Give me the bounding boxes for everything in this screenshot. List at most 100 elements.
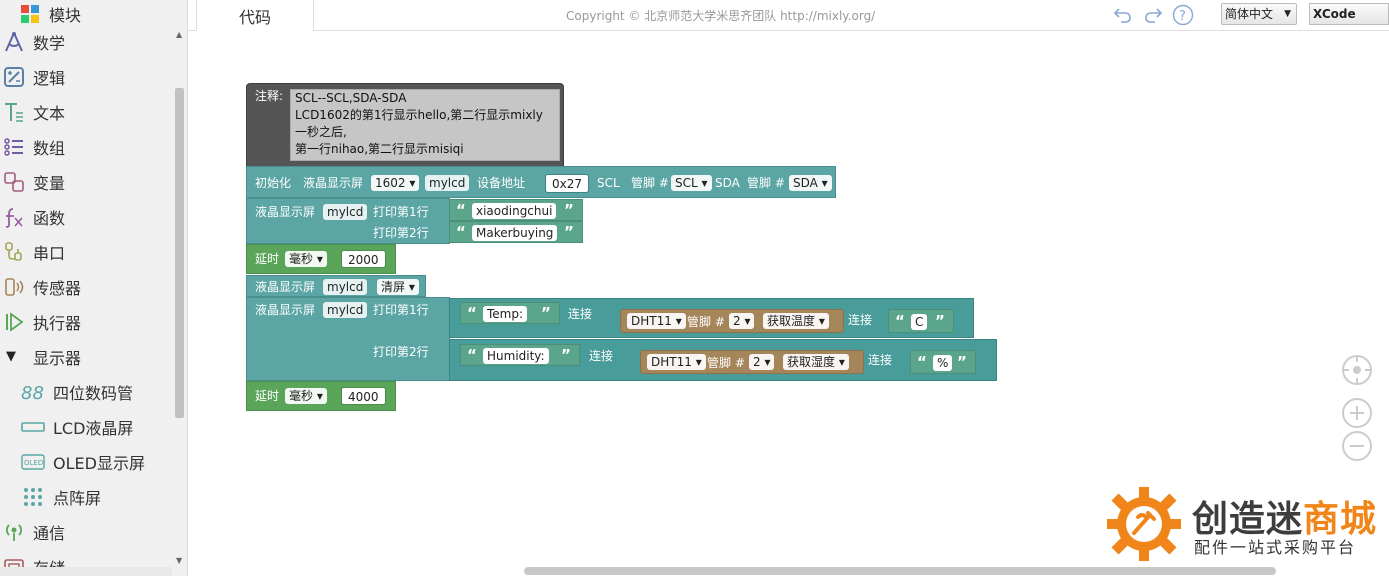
read-type-dropdown[interactable]: 获取湿度 ▾ — [783, 354, 849, 370]
sidebar-item-lcd[interactable]: LCD液晶屏 — [0, 409, 172, 444]
sidebar-horizontal-scrollbar[interactable] — [0, 567, 172, 576]
sidebar-item-seven-segment[interactable]: 88 四位数码管 — [0, 374, 172, 409]
sidebar-scroll-thumb[interactable] — [175, 88, 184, 418]
sidebar-item-math[interactable]: 数学 — [0, 24, 172, 59]
sidebar-item-label: 串口 — [33, 243, 66, 263]
lcd-name-field[interactable]: mylcd — [323, 302, 368, 318]
communication-icon — [2, 520, 26, 544]
delay-value-input[interactable]: 2000 — [341, 250, 386, 268]
comment-label: 注释: — [255, 89, 284, 103]
dht11-read-block[interactable]: DHT11 ▾ 管脚 # 2 ▾ 获取温度 ▾ — [620, 309, 844, 333]
text-string-block[interactable]: “ Humidity: ” — [460, 344, 580, 366]
lcd-print-block[interactable]: 液晶显示屏 mylcd 打印第1行 打印第2行 — [246, 198, 450, 244]
comment-text[interactable]: SCL--SCL,SDA-SDA LCD1602的第1行显示hello,第二行显… — [290, 89, 560, 161]
text-value-field[interactable]: Makerbuying — [472, 225, 558, 241]
svg-text:OLED: OLED — [24, 459, 43, 467]
sidebar-item-variable[interactable]: 变量 — [0, 164, 172, 199]
text-value-field[interactable]: % — [933, 355, 953, 371]
scl-pin-dropdown[interactable]: SCL ▾ — [671, 175, 712, 191]
scl-pin-label: 管脚 # — [631, 176, 669, 190]
text-string-block[interactable]: “ % ” — [910, 350, 976, 374]
open-quote-icon: “ — [456, 201, 466, 219]
text-string-block[interactable]: “ C ” — [888, 309, 954, 333]
text-string-block[interactable]: “ Makerbuying ” — [449, 221, 583, 243]
sidebar-item-label: 执行器 — [33, 313, 82, 333]
delay-block[interactable]: 延时 毫秒 ▾ 4000 — [246, 381, 396, 411]
sidebar-item-dot-matrix[interactable]: 点阵屏 — [0, 479, 172, 514]
sidebar-item-label: 传感器 — [33, 278, 82, 298]
sidebar-scrollbar[interactable]: ▲ ▼ — [173, 28, 187, 568]
scl-pin-value: SCL — [675, 176, 698, 190]
delay-block[interactable]: 延时 毫秒 ▾ 2000 — [246, 244, 396, 274]
delay-unit-dropdown[interactable]: 毫秒 ▾ — [285, 388, 327, 404]
sensor-type-dropdown[interactable]: DHT11 ▾ — [647, 354, 706, 370]
sidebar-item-display[interactable]: ▼ 显示器 — [0, 339, 172, 374]
sidebar-item-serial[interactable]: 串口 — [0, 234, 172, 269]
language-select[interactable]: 简体中文 ▼ — [1221, 3, 1297, 25]
svg-text:?: ? — [1179, 9, 1186, 24]
undo-icon[interactable] — [1112, 4, 1134, 26]
scroll-up-arrow-icon[interactable]: ▲ — [176, 30, 182, 39]
lcd-init-block[interactable]: 初始化 液晶显示屏 1602 ▾ mylcd 设备地址 0x27 SCL 管脚 … — [246, 166, 836, 198]
serial-port-icon — [2, 240, 26, 264]
pin-dropdown[interactable]: 2 ▾ — [749, 354, 775, 370]
sidebar-item-function[interactable]: 函数 — [0, 199, 172, 234]
seven-segment-icon: 88 — [20, 380, 46, 404]
delay-value-input[interactable]: 4000 — [341, 387, 386, 405]
text-value-field[interactable]: Humidity: — [483, 348, 549, 364]
text-string-block[interactable]: “ Temp: ” — [460, 302, 560, 324]
sidebar-item-logic[interactable]: 逻辑 — [0, 59, 172, 94]
text-value-field[interactable]: xiaodingchui — [472, 203, 557, 219]
copyright-text: Copyright © 北京师范大学米思齐团队 http://mixly.org… — [566, 9, 876, 23]
lcd-model-dropdown[interactable]: 1602 ▾ — [371, 175, 420, 191]
array-list-icon — [2, 135, 26, 159]
workspace-horizontal-scrollbar[interactable] — [524, 567, 1276, 575]
sidebar-item-sensor[interactable]: 传感器 — [0, 269, 172, 304]
lcd-name-field[interactable]: mylcd — [425, 175, 470, 191]
text-join-block[interactable]: “ Humidity: ” 连接 DHT11 ▾ 管脚 # 2 ▾ 获取湿度 ▾… — [449, 339, 997, 381]
address-input[interactable]: 0x27 — [545, 174, 590, 193]
sidebar-item-label: 数组 — [33, 138, 66, 158]
sda-pin-dropdown[interactable]: SDA ▾ — [789, 175, 832, 191]
text-value-field[interactable]: C — [911, 314, 928, 330]
delay-label: 延时 — [255, 252, 280, 266]
read-type-dropdown[interactable]: 获取温度 ▾ — [763, 313, 829, 329]
logic-icon — [2, 65, 26, 89]
lcd-clear-block[interactable]: 液晶显示屏 mylcd 清屏 ▾ — [246, 275, 426, 297]
text-value-field[interactable]: Temp: — [483, 306, 528, 322]
ide-select[interactable]: XCode — [1309, 3, 1389, 25]
tab-code[interactable]: 代码 — [196, 0, 314, 31]
sidebar-item-oled[interactable]: OLED OLED显示屏 — [0, 444, 172, 479]
text-string-block[interactable]: “ xiaodingchui ” — [449, 199, 583, 221]
lcd-action-dropdown[interactable]: 清屏 ▾ — [377, 279, 419, 295]
lcd-model-value: 1602 — [375, 176, 406, 190]
sensor-type-dropdown[interactable]: DHT11 ▾ — [627, 313, 686, 329]
comment-block[interactable]: 注释: SCL--SCL,SDA-SDA LCD1602的第1行显示hello,… — [246, 83, 564, 167]
sidebar-item-label: 显示器 — [33, 348, 82, 368]
sidebar-item-communication[interactable]: 通信 — [0, 514, 172, 549]
dht11-read-block[interactable]: DHT11 ▾ 管脚 # 2 ▾ 获取湿度 ▾ — [640, 350, 864, 374]
lcd-name-field[interactable]: mylcd — [323, 204, 368, 220]
help-icon[interactable]: ? — [1172, 4, 1194, 26]
delay-unit-dropdown[interactable]: 毫秒 ▾ — [285, 251, 327, 267]
redo-icon[interactable] — [1142, 4, 1164, 26]
recenter-icon[interactable] — [1342, 355, 1372, 385]
text-join-block[interactable]: “ Temp: ” 连接 DHT11 ▾ 管脚 # 2 ▾ 获取温度 ▾ 连接 … — [449, 298, 974, 338]
pin-dropdown[interactable]: 2 ▾ — [729, 313, 755, 329]
sidebar-item-array[interactable]: 数组 — [0, 129, 172, 164]
lcd-name-field[interactable]: mylcd — [323, 279, 368, 295]
print-row1-label: 打印第1行 — [373, 303, 429, 317]
sda-pin-label: 管脚 # — [747, 176, 785, 190]
open-quote-icon: “ — [895, 312, 905, 330]
sidebar-item-actuator[interactable]: 执行器 — [0, 304, 172, 339]
zoom-out-icon[interactable] — [1342, 431, 1372, 461]
lcd-print-block[interactable]: 液晶显示屏 mylcd 打印第1行 打印第2行 — [246, 297, 450, 381]
sda-pin-value: SDA — [793, 176, 818, 190]
sidebar-item-label: 点阵屏 — [53, 488, 102, 508]
zoom-in-icon[interactable] — [1342, 398, 1372, 428]
scroll-down-arrow-icon[interactable]: ▼ — [176, 556, 182, 565]
variable-icon — [2, 170, 26, 194]
sidebar-item-text[interactable]: 文本 — [0, 94, 172, 129]
read-type-value: 获取温度 — [767, 314, 816, 328]
actuator-play-icon — [2, 310, 26, 334]
